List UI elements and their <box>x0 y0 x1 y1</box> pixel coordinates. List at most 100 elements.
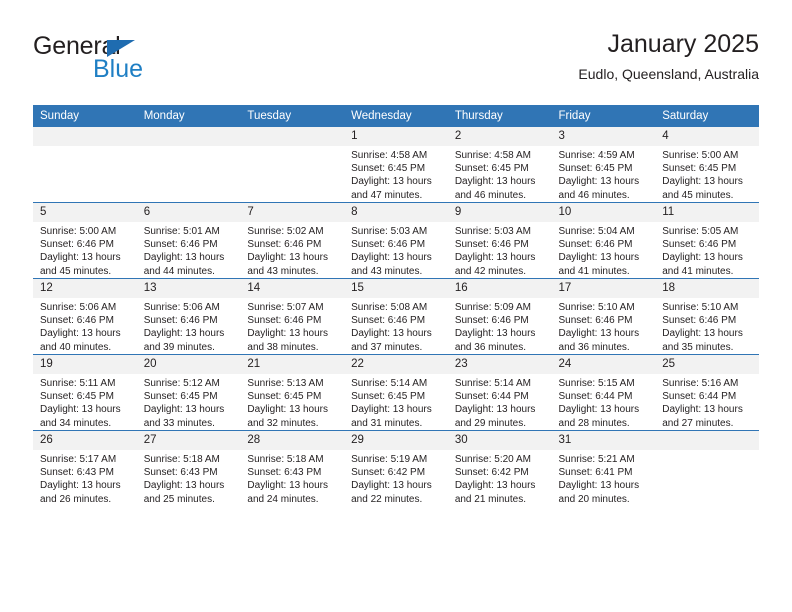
calendar-day-cell[interactable]: 10 Sunrise: 5:04 AM Sunset: 6:46 PM Dayligh… <box>551 202 656 279</box>
sun-info: Sunrise: 5:08 AM Sunset: 6:46 PM Daylight:… <box>344 298 448 354</box>
calendar-day-cell[interactable]: 2 Sunrise: 4:58 AM Sunset: 6:45 PM Daylight… <box>447 127 552 203</box>
sun-info: Sunrise: 5:14 AM Sunset: 6:44 PM Daylight:… <box>448 374 552 430</box>
daylight-duration-line1: Daylight: 13 hours <box>351 176 432 188</box>
page-title: January 2025 <box>607 30 759 58</box>
sun-info: Sunrise: 5:18 AM Sunset: 6:43 PM Daylight:… <box>137 450 241 506</box>
sunset-time: Sunset: 6:41 PM <box>558 467 633 479</box>
calendar-day-cell[interactable]: 29 Sunrise: 5:19 AM Sunset: 6:42 PM Dayligh… <box>344 430 448 506</box>
sunset-time: Sunset: 6:43 PM <box>247 467 322 479</box>
calendar-week-row: 26 Sunrise: 5:17 AM Sunset: 6:43 PM Dayligh… <box>33 430 759 506</box>
daylight-duration-line1: Daylight: 13 hours <box>454 176 536 188</box>
sun-info: Sunrise: 5:07 AM Sunset: 6:46 PM Daylight:… <box>240 298 344 354</box>
day-number: 21 <box>240 355 345 374</box>
daylight-duration-line2: and 20 minutes. <box>558 493 630 505</box>
daylight-duration-line2: and 44 minutes. <box>143 265 215 277</box>
daylight-duration-line2: and 46 minutes. <box>558 189 630 201</box>
daylight-duration-line2: and 24 minutes. <box>247 493 319 505</box>
calendar-day-cell[interactable]: 30 Sunrise: 5:20 AM Sunset: 6:42 PM Dayligh… <box>447 430 552 506</box>
daylight-duration-line1: Daylight: 13 hours <box>143 480 225 492</box>
calendar-day-cell[interactable]: 20 Sunrise: 5:12 AM Sunset: 6:45 PM Dayligh… <box>136 354 241 431</box>
day-number <box>655 431 759 450</box>
sun-info: Sunrise: 5:10 AM Sunset: 6:46 PM Daylight:… <box>552 298 656 354</box>
day-number: 19 <box>33 355 137 374</box>
daylight-duration-line2: and 37 minutes. <box>351 341 423 353</box>
sunset-time: Sunset: 6:44 PM <box>454 391 529 403</box>
calendar-day-cell[interactable]: 23 Sunrise: 5:14 AM Sunset: 6:44 PM Dayligh… <box>447 354 552 431</box>
calendar-day-cell[interactable]: 19 Sunrise: 5:11 AM Sunset: 6:45 PM Dayligh… <box>33 354 137 431</box>
calendar-day-cell[interactable]: 3 Sunrise: 4:59 AM Sunset: 6:45 PM Daylight… <box>551 127 656 203</box>
calendar-day-cell[interactable]: 25 Sunrise: 5:16 AM Sunset: 6:44 PM Dayligh… <box>655 354 759 431</box>
sunrise-time: Sunrise: 5:06 AM <box>143 302 220 313</box>
calendar-day-cell[interactable]: 22 Sunrise: 5:14 AM Sunset: 6:45 PM Dayligh… <box>344 354 448 431</box>
daylight-duration-line1: Daylight: 13 hours <box>351 252 432 264</box>
daylight-duration-line2: and 35 minutes. <box>662 341 734 353</box>
calendar-day-cell[interactable]: 1 Sunrise: 4:58 AM Sunset: 6:45 PM Daylight… <box>344 127 448 203</box>
sunrise-time: Sunrise: 4:58 AM <box>351 150 428 161</box>
daylight-duration-line2: and 46 minutes. <box>454 189 526 201</box>
daylight-duration-line2: and 22 minutes. <box>351 493 423 505</box>
sun-info: Sunrise: 4:59 AM Sunset: 6:45 PM Daylight:… <box>552 146 656 202</box>
daylight-duration-line2: and 36 minutes. <box>454 341 526 353</box>
sunrise-time: Sunrise: 5:09 AM <box>454 302 531 313</box>
day-number: 25 <box>655 355 759 374</box>
general-blue-logo[interactable]: General Blue <box>33 34 273 90</box>
day-number: 8 <box>344 203 448 222</box>
sun-info: Sunrise: 5:03 AM Sunset: 6:46 PM Daylight:… <box>344 222 448 278</box>
calendar-day-cell[interactable]: 28 Sunrise: 5:18 AM Sunset: 6:43 PM Dayligh… <box>240 430 345 506</box>
daylight-duration-line1: Daylight: 13 hours <box>247 404 329 416</box>
sunrise-time: Sunrise: 5:21 AM <box>558 454 635 465</box>
calendar-day-cell[interactable]: 26 Sunrise: 5:17 AM Sunset: 6:43 PM Dayligh… <box>33 430 137 506</box>
calendar-day-cell[interactable]: 13 Sunrise: 5:06 AM Sunset: 6:46 PM Dayligh… <box>136 278 241 355</box>
calendar-day-cell[interactable]: 14 Sunrise: 5:07 AM Sunset: 6:46 PM Dayligh… <box>240 278 345 355</box>
calendar-day-cell[interactable]: 27 Sunrise: 5:18 AM Sunset: 6:43 PM Dayligh… <box>136 430 241 506</box>
sun-info: Sunrise: 5:06 AM Sunset: 6:46 PM Daylight:… <box>33 298 137 354</box>
sun-info: Sunrise: 4:58 AM Sunset: 6:45 PM Daylight:… <box>448 146 552 202</box>
calendar-day-cell[interactable]: 24 Sunrise: 5:15 AM Sunset: 6:44 PM Dayligh… <box>551 354 656 431</box>
calendar-day-cell[interactable]: 4 Sunrise: 5:00 AM Sunset: 6:45 PM Daylight… <box>655 127 759 203</box>
sunrise-time: Sunrise: 5:16 AM <box>662 378 739 389</box>
day-number: 18 <box>655 279 759 298</box>
sunrise-time: Sunrise: 5:11 AM <box>40 378 116 389</box>
calendar-day-cell[interactable]: 6 Sunrise: 5:01 AM Sunset: 6:46 PM Daylight… <box>136 202 241 279</box>
sun-info: Sunrise: 5:09 AM Sunset: 6:46 PM Daylight:… <box>448 298 552 354</box>
calendar-day-cell[interactable]: 9 Sunrise: 5:03 AM Sunset: 6:46 PM Daylight… <box>447 202 552 279</box>
day-number: 12 <box>33 279 137 298</box>
calendar-day-cell[interactable]: 21 Sunrise: 5:13 AM Sunset: 6:45 PM Dayligh… <box>240 354 345 431</box>
day-number: 4 <box>655 127 759 146</box>
day-number: 17 <box>551 279 656 298</box>
sunrise-time: Sunrise: 5:15 AM <box>558 378 635 389</box>
daylight-duration-line1: Daylight: 13 hours <box>662 252 743 264</box>
calendar-day-cell[interactable]: 17 Sunrise: 5:10 AM Sunset: 6:46 PM Dayligh… <box>551 278 656 355</box>
sunrise-time: Sunrise: 4:59 AM <box>558 150 635 161</box>
sunrise-time: Sunrise: 4:58 AM <box>454 150 531 161</box>
sunrise-time: Sunrise: 5:04 AM <box>558 226 635 237</box>
sunset-time: Sunset: 6:46 PM <box>143 315 218 327</box>
calendar-day-cell[interactable]: 7 Sunrise: 5:02 AM Sunset: 6:46 PM Daylight… <box>240 202 345 279</box>
sunrise-time: Sunrise: 5:08 AM <box>351 302 428 313</box>
daylight-duration-line2: and 38 minutes. <box>247 341 319 353</box>
calendar-day-cell[interactable]: 8 Sunrise: 5:03 AM Sunset: 6:46 PM Daylight… <box>344 202 448 279</box>
calendar-day-cell[interactable]: 5 Sunrise: 5:00 AM Sunset: 6:46 PM Daylight… <box>33 202 137 279</box>
sunrise-time: Sunrise: 5:13 AM <box>247 378 324 389</box>
calendar-week-row: 12 Sunrise: 5:06 AM Sunset: 6:46 PM Dayligh… <box>33 278 759 355</box>
sun-info: Sunrise: 5:01 AM Sunset: 6:46 PM Daylight:… <box>137 222 241 278</box>
calendar-day-cell[interactable]: 31 Sunrise: 5:21 AM Sunset: 6:41 PM Dayligh… <box>551 430 656 506</box>
calendar-day-cell[interactable]: 16 Sunrise: 5:09 AM Sunset: 6:46 PM Dayligh… <box>447 278 552 355</box>
calendar-day-cell[interactable]: 15 Sunrise: 5:08 AM Sunset: 6:46 PM Dayligh… <box>344 278 448 355</box>
daylight-duration-line1: Daylight: 13 hours <box>247 252 329 264</box>
sunset-time: Sunset: 6:46 PM <box>143 239 218 251</box>
logo-text-blue: Blue <box>93 55 144 83</box>
sunrise-time: Sunrise: 5:12 AM <box>143 378 220 389</box>
calendar-day-cell[interactable]: 18 Sunrise: 5:10 AM Sunset: 6:46 PM Dayligh… <box>655 278 759 355</box>
calendar-day-cell[interactable]: 12 Sunrise: 5:06 AM Sunset: 6:46 PM Dayligh… <box>33 278 137 355</box>
calendar-day-cell[interactable]: 11 Sunrise: 5:05 AM Sunset: 6:46 PM Dayligh… <box>655 202 759 279</box>
daylight-duration-line1: Daylight: 13 hours <box>351 480 432 492</box>
sunset-time: Sunset: 6:46 PM <box>662 239 737 251</box>
sunset-time: Sunset: 6:44 PM <box>662 391 737 403</box>
day-number <box>136 127 241 146</box>
calendar-week-row: 5 Sunrise: 5:00 AM Sunset: 6:46 PM Daylight… <box>33 202 759 279</box>
weekday-header-monday: Monday <box>136 105 241 127</box>
calendar-grid: Sunday Monday Tuesday Wednesday Thursday Frid… <box>33 105 759 506</box>
sunset-time: Sunset: 6:45 PM <box>247 391 322 403</box>
sunrise-time: Sunrise: 5:10 AM <box>558 302 635 313</box>
